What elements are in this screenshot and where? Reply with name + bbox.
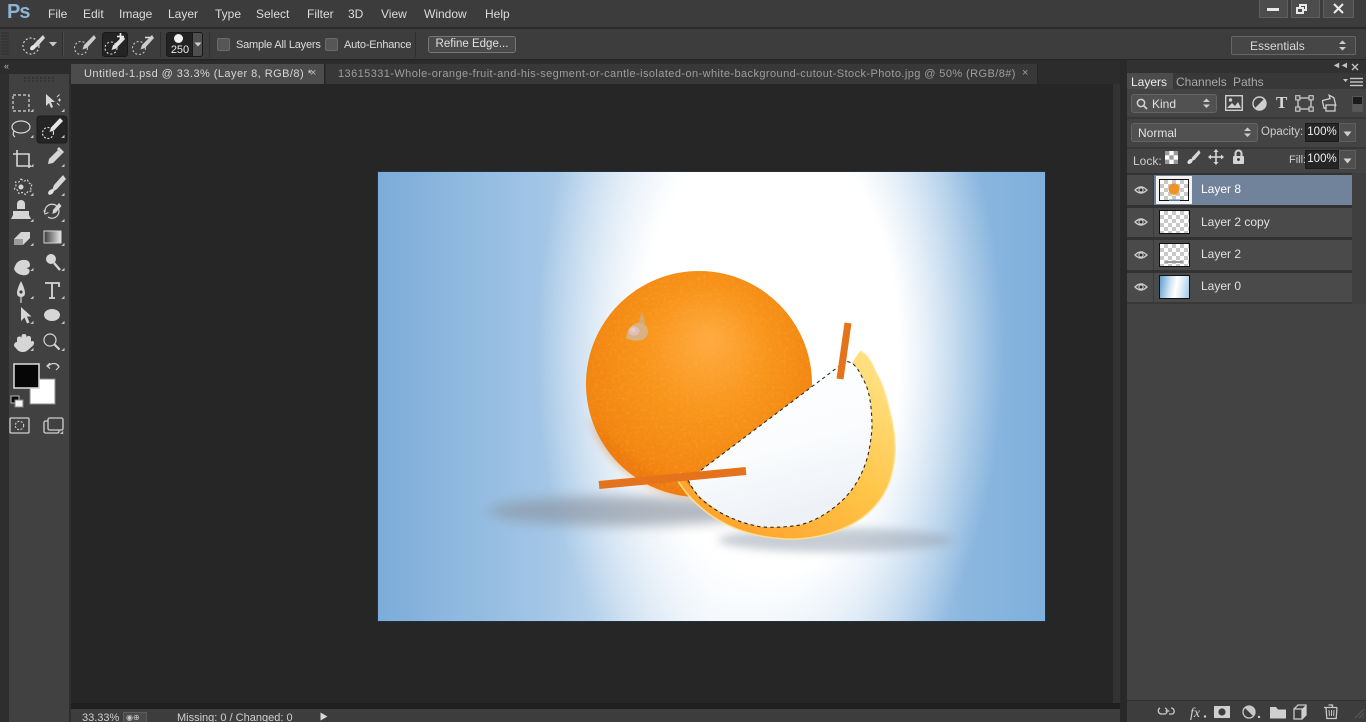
svg-text:fx: fx bbox=[1190, 706, 1201, 721]
